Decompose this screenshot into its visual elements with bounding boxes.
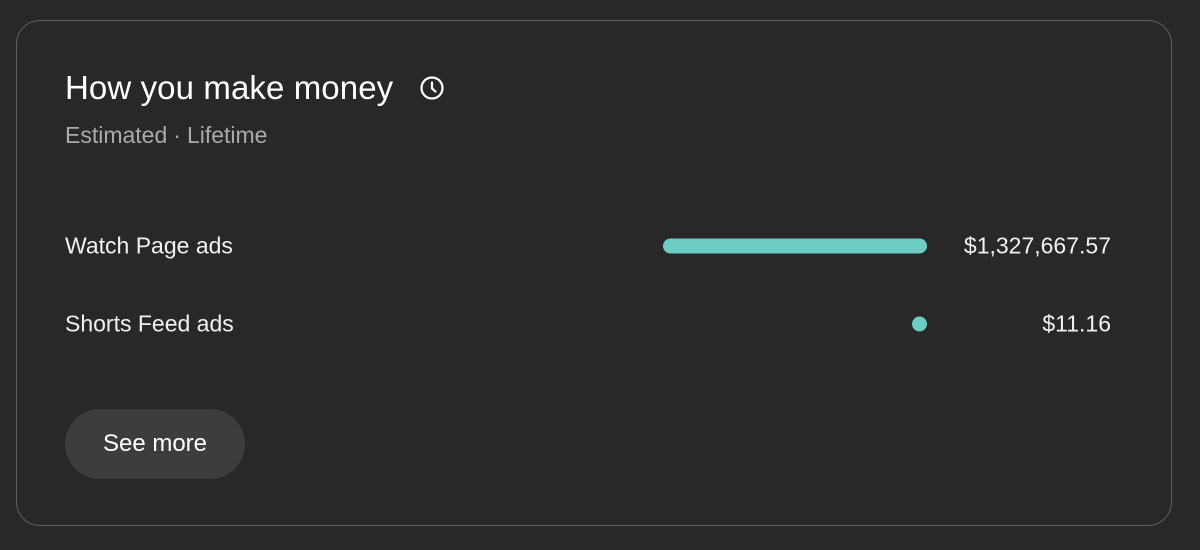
card-subtitle: Estimated · Lifetime: [65, 122, 267, 149]
bar-track: [663, 316, 927, 332]
bar-track: [663, 238, 927, 254]
row-value: $11.16: [1042, 310, 1111, 337]
revenue-card: How you make money Estimated · Lifetime Wa…: [16, 20, 1172, 526]
row-label: Watch Page ads: [65, 232, 233, 259]
revenue-row-watch-page: Watch Page ads $1,327,667.57: [65, 226, 1111, 266]
subtitle-period: Lifetime: [186, 122, 268, 148]
revenue-bar: [663, 238, 927, 254]
row-value: $1,327,667.57: [963, 232, 1111, 259]
clock-icon[interactable]: [417, 73, 447, 103]
subtitle-estimated: Estimated: [65, 122, 168, 148]
revenue-row-shorts-feed: Shorts Feed ads $11.16: [65, 304, 1111, 344]
card-title: How you make money: [65, 69, 394, 106]
see-more-button[interactable]: See more: [65, 409, 245, 479]
row-label: Shorts Feed ads: [65, 310, 234, 337]
card-header: How you make money: [65, 69, 447, 107]
subtitle-separator: ·: [173, 122, 181, 148]
revenue-bar: [912, 316, 927, 332]
